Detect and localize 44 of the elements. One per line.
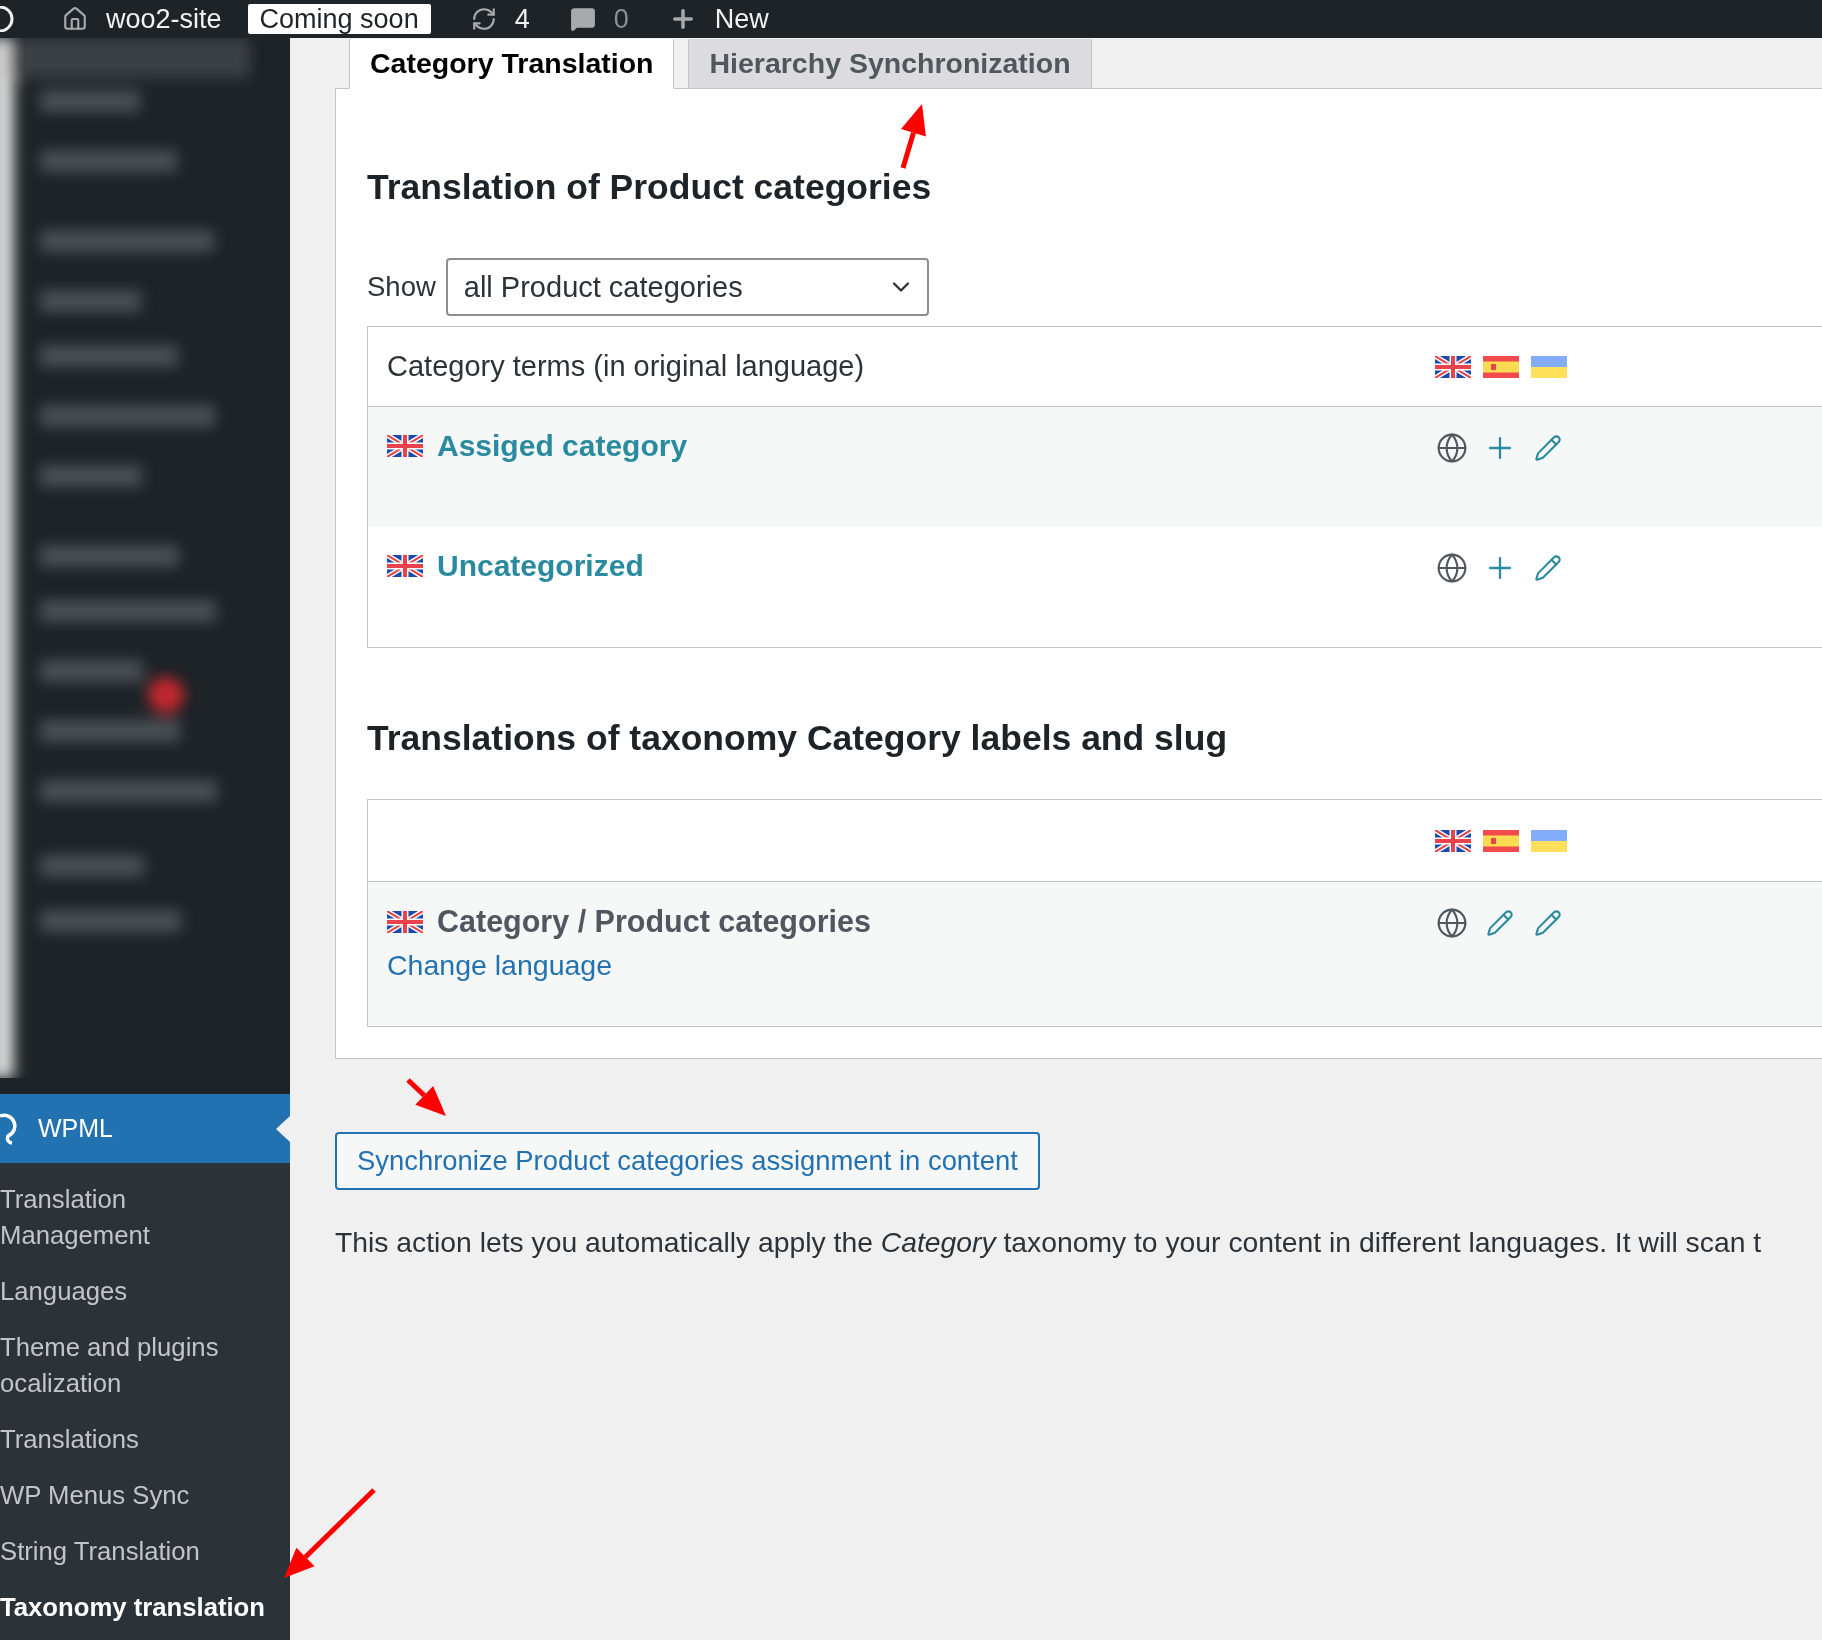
section-heading: Translations of taxonomy Category labels and slug	[367, 718, 1229, 759]
submenu-item[interactable]: String Translation	[0, 1523, 290, 1579]
site-name-link[interactable]: woo2-site	[106, 3, 222, 35]
coming-soon-badge[interactable]: Coming soon	[247, 4, 431, 34]
category-filter-dropdown[interactable]: all Product categories	[445, 258, 929, 316]
wpml-menu-item[interactable]: WPML	[0, 1094, 290, 1163]
comments-icon[interactable]	[569, 6, 596, 32]
annotation-arrow	[406, 1078, 446, 1116]
uk-flag-icon	[387, 555, 423, 577]
comments-count: 0	[613, 3, 629, 35]
section-heading: Translation of Product categories	[367, 167, 933, 208]
updates-count: 4	[514, 3, 530, 35]
show-label: Show	[367, 271, 436, 303]
ukraine-flag-icon	[1531, 355, 1567, 378]
submenu-item[interactable]: Theme and plugins ocalization	[0, 1319, 290, 1411]
spain-flag-icon	[1483, 355, 1519, 378]
submenu-item[interactable]: Languages	[0, 1263, 290, 1319]
submenu-item[interactable]: Translations	[0, 1411, 290, 1467]
tab[interactable]: Category Translation	[349, 39, 675, 89]
category-link[interactable]: Uncategorized	[437, 549, 644, 583]
category-link[interactable]: Assiged category	[437, 429, 688, 463]
uk-flag-icon	[1435, 829, 1471, 852]
spain-flag-icon	[1483, 829, 1519, 852]
taxonomy-label: Category / Product categories	[437, 904, 871, 939]
uk-flag-icon	[1435, 355, 1471, 378]
submenu-item[interactable]: Translation Management	[0, 1171, 290, 1263]
synchronize-button[interactable]: Synchronize Product categories assignment in content	[335, 1132, 1040, 1190]
uk-flag-icon	[387, 435, 423, 457]
submenu-item[interactable]: Taxonomy translation	[0, 1579, 290, 1635]
current-menu-pointer	[276, 1116, 290, 1142]
globe-icon[interactable]	[1435, 431, 1469, 465]
change-language-link[interactable]: Change language	[387, 949, 1435, 982]
tab[interactable]: Hierarchy Synchronization	[688, 39, 1092, 89]
globe-icon[interactable]	[1435, 906, 1469, 940]
ukraine-flag-icon	[1531, 829, 1567, 852]
column-header: Category terms (in original language)	[387, 350, 866, 383]
description-text: This action lets you automatically apply the Category taxonomy to your content in different languages. It will scan t	[335, 1226, 1763, 1259]
annotation-arrow	[900, 104, 926, 169]
globe-icon[interactable]	[1435, 551, 1469, 585]
new-link[interactable]: New	[714, 3, 769, 35]
updates-icon[interactable]	[470, 6, 497, 32]
uk-flag-icon	[387, 910, 423, 933]
submenu-item[interactable]: WP Menus Sync	[0, 1467, 290, 1523]
home-icon[interactable]	[62, 6, 88, 32]
